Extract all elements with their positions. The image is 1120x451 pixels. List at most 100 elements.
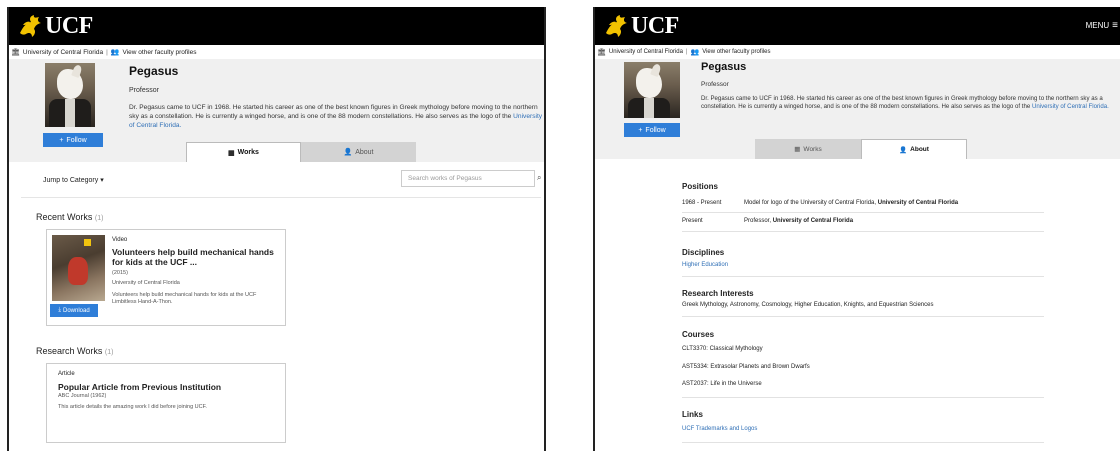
pegasus-logo-icon	[606, 15, 627, 37]
position-period: 1968 - Present	[682, 200, 722, 206]
profile-photo	[624, 62, 680, 118]
grid-icon: ▦	[228, 149, 235, 157]
ucf-trademarks-link[interactable]: UCF Trademarks and Logos	[682, 426, 757, 432]
article-journal: ABC Journal (1962)	[58, 393, 107, 399]
tab-about-label: About	[355, 148, 374, 156]
work-year: (2015)	[112, 270, 128, 276]
research-works-title: Research Works	[36, 346, 103, 356]
breadcrumb-university-link[interactable]: University of Central Florida	[609, 49, 683, 55]
logo-text: UCF	[631, 12, 679, 39]
tab-about[interactable]: 👤 About	[861, 139, 967, 159]
position-role: Model for logo of the University of Cent…	[744, 200, 877, 206]
section-divider	[682, 316, 1044, 317]
work-card-article[interactable]: Article Popular Article from Previous In…	[46, 363, 286, 443]
breadcrumb-faculty-profiles-link[interactable]: View other faculty profiles	[702, 49, 770, 55]
article-title-link[interactable]: Popular Article from Previous Institutio…	[58, 382, 278, 393]
article-type: Article	[58, 371, 75, 377]
breadcrumb-faculty-profiles-link[interactable]: View other faculty profiles	[123, 49, 197, 56]
follow-button[interactable]: + Follow	[624, 123, 680, 137]
plus-icon: +	[59, 136, 64, 144]
bio-text: Dr. Pegasus came to UCF in 1968. He star…	[129, 104, 538, 121]
ucf-logo[interactable]: UCF	[603, 11, 679, 41]
ucf-logo[interactable]: UCF	[17, 11, 93, 41]
jump-to-category-dropdown[interactable]: Jump to Category ▾	[43, 176, 104, 184]
position-org: University of Central Florida	[772, 218, 854, 224]
tab-works[interactable]: ▦ Works	[186, 142, 301, 162]
breadcrumb-university-link[interactable]: University of Central Florida	[23, 49, 103, 56]
section-divider	[682, 276, 1044, 277]
course-item: AST2037: Life in the Universe	[682, 381, 762, 387]
pegasus-logo-icon	[20, 15, 41, 37]
works-page-panel: UCF 🏛 University of Central Florida | 👥 …	[7, 7, 546, 451]
follow-label: Follow	[66, 136, 87, 144]
recent-works-title: Recent Works	[36, 212, 93, 222]
plus-icon: +	[638, 126, 643, 134]
position-period: Present	[682, 218, 703, 224]
recent-works-heading: Recent Works (1)	[36, 212, 103, 222]
breadcrumb-separator: |	[106, 48, 108, 56]
profile-title: Professor	[701, 81, 729, 88]
course-item: AST5334: Extrasolar Planets and Brown Dw…	[682, 364, 810, 370]
position-org: University of Central Florida	[877, 200, 959, 206]
work-source: University of Central Florida	[112, 280, 180, 286]
positions-heading: Positions	[682, 182, 719, 191]
profile-tabs: ▦ Works 👤 About	[186, 142, 416, 162]
profile-header: + Follow Pegasus Professor Dr. Pegasus c…	[595, 59, 1120, 159]
row-divider	[682, 231, 1044, 232]
breadcrumb-separator: |	[685, 49, 688, 55]
work-description: Volunteers help build mechanical hands f…	[112, 292, 257, 306]
profile-title: Professor	[129, 87, 159, 94]
menu-label: MENU	[1085, 21, 1110, 30]
profile-name: Pegasus	[701, 61, 747, 73]
research-interests-heading: Research Interests	[682, 289, 754, 298]
disciplines-heading: Disciplines	[682, 248, 725, 257]
about-page-panel: UCF MENU ≡ 🏛 University of Central Flori…	[593, 7, 1120, 451]
position-role: Professor,	[744, 218, 772, 224]
menu-button[interactable]: MENU ≡	[1086, 20, 1118, 31]
user-icon: 👤	[343, 149, 353, 156]
download-button[interactable]: ⤓ Download	[50, 304, 98, 317]
grid-icon: ▦	[794, 146, 801, 153]
tab-about-label: About	[910, 146, 929, 153]
work-title-link[interactable]: Volunteers help build mechanical hands f…	[112, 247, 282, 268]
section-divider	[682, 442, 1044, 443]
profile-name: Pegasus	[129, 64, 179, 78]
links-heading: Links	[682, 410, 703, 419]
research-works-count: (1)	[104, 349, 114, 356]
jump-label: Jump to Category	[43, 177, 99, 184]
profile-tabs: ▦ Works 👤 About	[755, 139, 967, 159]
caret-down-icon: ▾	[100, 177, 104, 184]
users-icon: 👥	[110, 49, 120, 56]
recent-works-count: (1)	[94, 215, 104, 222]
user-icon: 👤	[899, 146, 908, 154]
search-icon[interactable]: ⌕	[537, 173, 543, 183]
download-label: Download	[62, 307, 90, 314]
article-description: This article details the amazing work I …	[58, 404, 207, 410]
follow-button[interactable]: + Follow	[43, 133, 103, 147]
research-works-heading: Research Works (1)	[36, 346, 113, 356]
profile-bio: Dr. Pegasus came to UCF in 1968. He star…	[701, 95, 1116, 112]
video-thumbnail[interactable]	[52, 235, 105, 301]
profile-photo	[45, 63, 95, 127]
bio-ucf-link[interactable]: University of Central Florida.	[1032, 103, 1109, 110]
tab-about[interactable]: 👤 About	[301, 142, 416, 162]
profile-bio: Dr. Pegasus came to UCF in 1968. He star…	[129, 103, 544, 130]
tab-works[interactable]: ▦ Works	[755, 139, 861, 159]
divider	[21, 197, 541, 198]
tab-works-label: Works	[237, 149, 259, 156]
logo-text: UCF	[45, 12, 93, 39]
position-row: 1968 - Present Model for logo of the Uni…	[682, 200, 958, 206]
tab-works-label: Works	[803, 145, 822, 153]
hamburger-icon: ≡	[1112, 20, 1118, 31]
courses-heading: Courses	[682, 330, 715, 339]
download-icon: ⤓	[58, 307, 61, 313]
row-divider	[682, 212, 1044, 213]
breadcrumb: 🏛 University of Central Florida | 👥 View…	[595, 45, 1120, 59]
top-bar: UCF	[9, 7, 544, 45]
follow-label: Follow	[645, 126, 666, 134]
top-bar: UCF MENU ≡	[595, 7, 1120, 45]
discipline-link[interactable]: Higher Education	[682, 262, 728, 268]
search-works-input[interactable]: Search works of Pegasus	[401, 170, 535, 187]
work-card-video[interactable]: Video Volunteers help build mechanical h…	[46, 229, 286, 326]
work-type: Video	[112, 237, 128, 243]
